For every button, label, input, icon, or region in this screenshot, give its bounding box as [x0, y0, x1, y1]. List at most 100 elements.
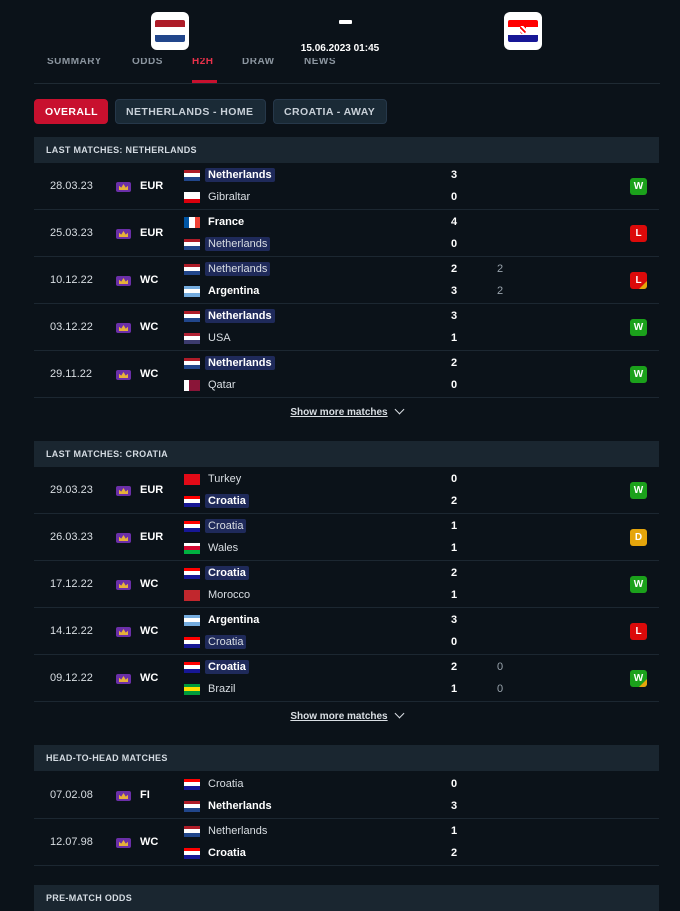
result-badge: L — [630, 272, 647, 289]
team-2: Gibraltar — [184, 189, 253, 205]
hr-flag-icon — [184, 636, 200, 648]
score-2: 3 — [450, 800, 458, 812]
result-badge: D — [630, 529, 647, 546]
team-1: Netherlands — [184, 308, 275, 324]
team-name: France — [208, 216, 245, 228]
score-1: 0 — [450, 473, 458, 485]
result-badge: W — [630, 366, 647, 383]
team-2: Argentina — [184, 283, 262, 299]
score-1: 2 — [450, 567, 458, 579]
away-team-logo[interactable] — [504, 12, 542, 50]
score-1: 1 — [450, 520, 458, 532]
netherlands-matches: 28.03.23 EUR Netherlands 3 Gibraltar 0 W 25.03.… — [34, 163, 659, 398]
score-separator — [339, 20, 352, 24]
score-2: 0 — [450, 191, 458, 203]
team-name: Brazil — [208, 683, 236, 695]
show-more-netherlands[interactable]: Show more matches — [34, 404, 659, 418]
hr-flag-icon — [184, 495, 200, 507]
match-date: 17.12.22 — [50, 578, 93, 590]
team-2: Morocco — [184, 587, 253, 603]
competition-crown-icon — [116, 674, 131, 684]
us-flag-icon — [184, 332, 200, 344]
team-name: Qatar — [208, 379, 236, 391]
fr-flag-icon — [184, 216, 200, 228]
result-badge: W — [630, 482, 647, 499]
br-flag-icon — [184, 683, 200, 695]
gi-flag-icon — [184, 191, 200, 203]
score-1: 3 — [450, 169, 458, 181]
competition-code: EUR — [140, 180, 164, 192]
show-more-croatia[interactable]: Show more matches — [34, 708, 659, 722]
tab-h2h[interactable]: H2H — [192, 58, 214, 67]
match-row[interactable]: 29.11.22 WC Netherlands 2 Qatar 0 W — [34, 351, 659, 398]
competition-crown-icon — [116, 323, 131, 333]
match-row[interactable]: 07.02.08 FI Croatia 0 Netherlands 3 — [34, 772, 659, 819]
filter-overall[interactable]: OVERALL — [34, 99, 108, 124]
show-more-label[interactable]: Show more matches — [290, 711, 387, 722]
team-1: Argentina — [184, 612, 262, 628]
match-row[interactable]: 12.07.98 WC Netherlands 1 Croatia 2 — [34, 819, 659, 866]
h2h-matches: 07.02.08 FI Croatia 0 Netherlands 3 12.07.98 WC… — [34, 772, 659, 866]
team-name: Netherlands — [205, 309, 275, 323]
competition-crown-icon — [116, 370, 131, 380]
wa-flag-icon — [184, 542, 200, 554]
filter-netherlands-home[interactable]: NETHERLANDS - HOME — [115, 99, 266, 124]
team-name: Argentina — [208, 614, 260, 626]
score-1: 3 — [450, 310, 458, 322]
team-name: Argentina — [208, 285, 260, 297]
team-name: Morocco — [208, 589, 251, 601]
section-title-h2h: HEAD-TO-HEAD MATCHES — [34, 745, 659, 771]
match-datetime: 15.06.2023 01:45 — [300, 43, 380, 54]
nl-flag-icon — [184, 310, 200, 322]
result-badge: W — [630, 319, 647, 336]
team-name: Croatia — [205, 519, 247, 533]
score-1: 2 — [450, 661, 458, 673]
ar-flag-icon — [184, 614, 200, 626]
team-2: Netherlands — [184, 236, 271, 252]
team-2: Croatia — [184, 845, 249, 861]
competition-crown-icon — [116, 627, 131, 637]
team-1: Netherlands — [184, 355, 275, 371]
team-2: Croatia — [184, 493, 249, 509]
qa-flag-icon — [184, 379, 200, 391]
tab-summary[interactable]: SUMMARY — [47, 58, 102, 67]
match-row[interactable]: 29.03.23 EUR Turkey 0 Croatia 2 W — [34, 467, 659, 514]
team-name: Croatia — [205, 660, 249, 674]
match-row[interactable]: 17.12.22 WC Croatia 2 Morocco 1 W — [34, 561, 659, 608]
team-2: Wales — [184, 540, 241, 556]
match-row[interactable]: 10.12.22 WC Netherlands 2 2 Argentina 3 2 L — [34, 257, 659, 304]
competition-crown-icon — [116, 838, 131, 848]
match-date: 29.03.23 — [50, 484, 93, 496]
match-row[interactable]: 28.03.23 EUR Netherlands 3 Gibraltar 0 W — [34, 163, 659, 210]
competition-crown-icon — [116, 182, 131, 192]
score-1: 2 — [450, 357, 458, 369]
penalty-score-1: 0 — [496, 661, 504, 673]
team-name: Netherlands — [205, 168, 275, 182]
match-row[interactable]: 03.12.22 WC Netherlands 3 USA 1 W — [34, 304, 659, 351]
score-1: 0 — [450, 778, 458, 790]
match-row[interactable]: 09.12.22 WC Croatia 2 0 Brazil 1 0 W — [34, 655, 659, 702]
match-row[interactable]: 26.03.23 EUR Croatia 1 Wales 1 D — [34, 514, 659, 561]
team-name: Croatia — [205, 566, 249, 580]
match-header: 15.06.2023 01:45 — [0, 0, 680, 62]
team-name: Croatia — [208, 778, 244, 790]
nl-flag-icon — [184, 825, 200, 837]
match-date: 29.11.22 — [50, 368, 93, 380]
tab-odds[interactable]: ODDS — [132, 58, 163, 67]
match-row[interactable]: 14.12.22 WC Argentina 3 Croatia 0 L — [34, 608, 659, 655]
competition-code: WC — [140, 836, 159, 848]
result-badge: W — [630, 178, 647, 195]
active-tab-indicator — [192, 80, 217, 83]
match-row[interactable]: 25.03.23 EUR France 4 Netherlands 0 L — [34, 210, 659, 257]
filter-croatia-away[interactable]: CROATIA - AWAY — [273, 99, 387, 124]
show-more-label[interactable]: Show more matches — [290, 407, 387, 418]
team-2: Qatar — [184, 377, 239, 393]
chevron-down-icon — [394, 404, 405, 415]
tab-news[interactable]: NEWS — [304, 58, 336, 67]
netherlands-flag-icon — [155, 20, 185, 42]
team-name: Netherlands — [208, 825, 268, 837]
team-1: Netherlands — [184, 167, 275, 183]
score-1: 3 — [450, 614, 458, 626]
tab-draw[interactable]: DRAW — [242, 58, 275, 67]
hr-flag-icon — [184, 661, 200, 673]
